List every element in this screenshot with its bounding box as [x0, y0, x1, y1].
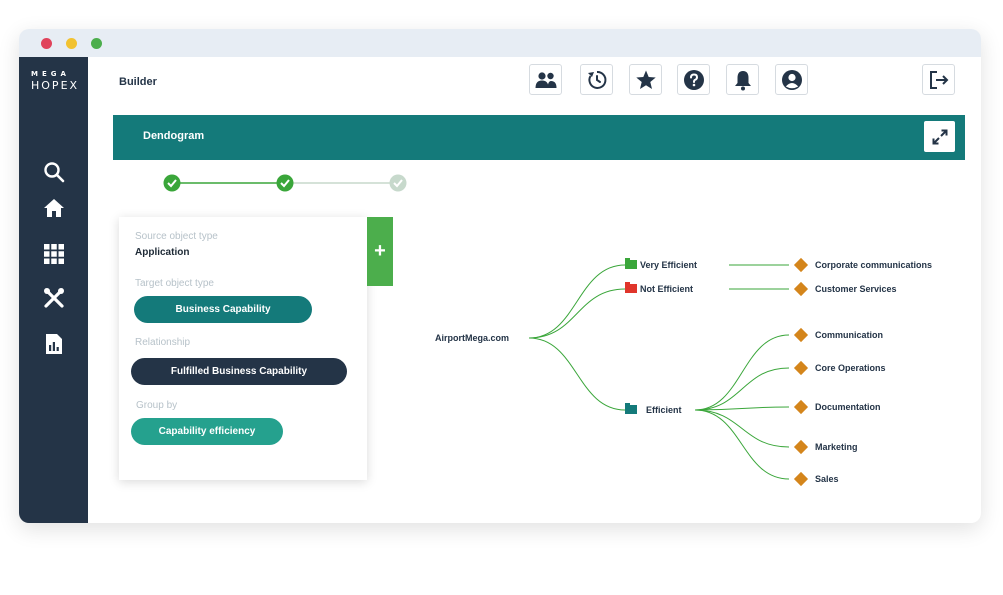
tree-group-label: Not Efficient [640, 284, 693, 294]
tree-link [694, 367, 790, 411]
tree-leaf-label[interactable]: Customer Services [815, 284, 897, 294]
folder-icon [625, 284, 637, 293]
app-window: MEGA HOPEX Builder Dendogram Source obje… [19, 29, 981, 523]
tree-leaf-label[interactable]: Documentation [815, 402, 881, 412]
tree-leaf-label[interactable]: Core Operations [815, 363, 886, 373]
tree-link [528, 288, 626, 339]
tree-leaf-label[interactable]: Corporate communications [815, 260, 932, 270]
tree-link [694, 409, 790, 448]
capability-diamond-icon [793, 439, 809, 455]
tree-link [694, 409, 790, 480]
capability-diamond-icon [793, 257, 809, 273]
tree-link [528, 337, 626, 411]
capability-diamond-icon [793, 327, 809, 343]
capability-diamond-icon [793, 360, 809, 376]
tree-link [694, 334, 790, 411]
folder-icon-tab [625, 403, 630, 406]
tree-leaf-label[interactable]: Marketing [815, 442, 858, 452]
folder-icon-tab [625, 282, 630, 285]
tree-root-label: AirportMega.com [435, 333, 509, 343]
dendrogram: AirportMega.com Very Efficient Corporate c… [435, 257, 932, 487]
folder-icon-tab [625, 258, 630, 261]
tree-leaf-label[interactable]: Sales [815, 474, 839, 484]
tree-group-label: Very Efficient [640, 260, 697, 270]
folder-icon [625, 260, 637, 269]
capability-diamond-icon [793, 399, 809, 415]
tree-group-label: Efficient [646, 405, 682, 415]
tree-leaf-label[interactable]: Communication [815, 330, 883, 340]
folder-icon [625, 405, 637, 414]
capability-diamond-icon [793, 471, 809, 487]
tree-link [528, 264, 626, 339]
capability-diamond-icon [793, 281, 809, 297]
